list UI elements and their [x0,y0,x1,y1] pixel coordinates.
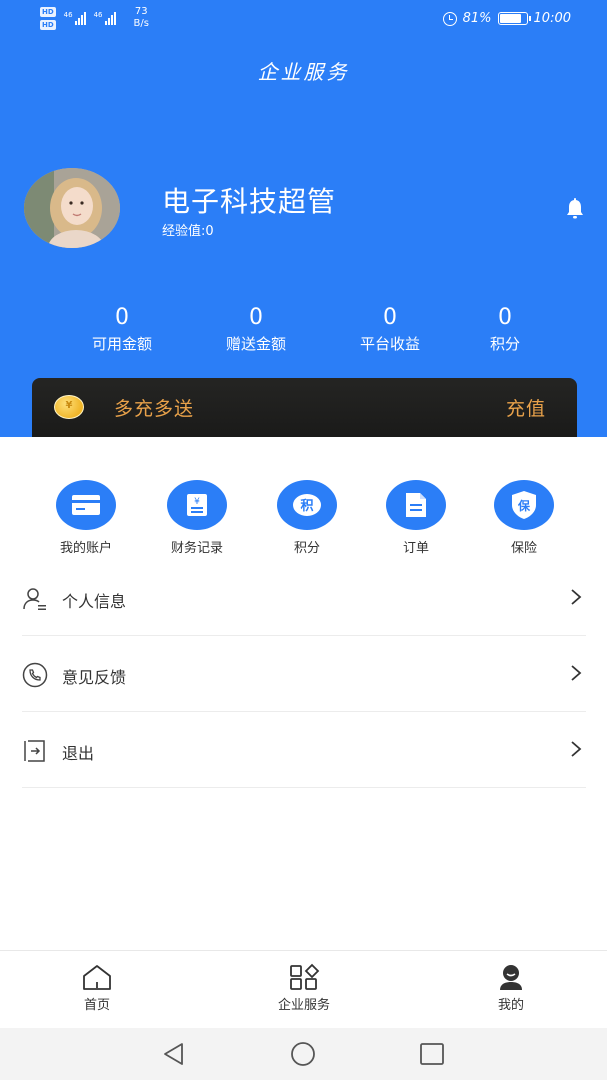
stat-platform-earnings[interactable]: 0 平台收益 [330,304,450,356]
stat-value: 0 [498,305,512,330]
menu-label: 意见反馈 [62,668,127,687]
tab-home[interactable]: 首页 [37,963,157,1013]
home-button-icon[interactable] [289,1040,317,1068]
shield-icon: 保 [494,480,554,530]
quick-insurance[interactable]: 保 保险 [469,480,579,556]
card-icon [56,480,116,530]
stat-points[interactable]: 0 积分 [445,304,565,356]
status-right: 81% 10:00 [442,11,571,26]
avatar[interactable] [24,168,120,248]
recharge-button[interactable]: 充值 [506,394,546,421]
signal-icon: 46 [94,11,116,25]
phone-icon [22,662,48,688]
stat-available[interactable]: 0 可用金额 [62,304,182,356]
clock: 10:00 [533,11,571,26]
svg-text:¥: ¥ [194,497,200,507]
quick-my-account[interactable]: 我的账户 [31,480,141,556]
insurance-glyph: 保 [517,498,531,513]
quick-label: 订单 [402,541,429,556]
network-speed: 73 B/s [134,6,149,30]
promo-text: 多充多送 [114,398,195,420]
network-speed-value: 73 [134,6,148,17]
bell-icon[interactable] [562,196,588,222]
quick-label: 积分 [293,541,320,556]
hd-badge: HD [40,19,56,30]
receipt-icon: ¥ [167,480,227,530]
stat-value: 0 [115,305,129,330]
stat-label: 赠送金额 [225,335,286,353]
hd-badge: HD [40,6,56,17]
stat-label: 积分 [489,335,520,353]
quick-orders[interactable]: 订单 [361,480,471,556]
recharge-banner[interactable]: ¥ 多充多送 充值 [32,378,577,437]
quick-label: 我的账户 [59,541,112,556]
user-icon [23,588,46,610]
points-icon: 积 [277,480,337,530]
quick-finance-records[interactable]: ¥ 财务记录 [142,480,252,556]
quick-points[interactable]: 积 积分 [252,480,362,556]
chevron-right-icon [571,665,582,681]
battery-icon [497,12,531,25]
hd-indicators: HD HD [40,6,56,30]
network-speed-unit: B/s [133,18,149,29]
home-icon [83,965,111,990]
page-title: 企业服务 [257,60,350,84]
stats-row: 0 可用金额 0 赠送金额 0 平台收益 0 积分 [0,304,607,364]
alarm-icon [442,11,457,26]
tab-label: 我的 [497,998,524,1013]
tab-label: 首页 [83,998,110,1013]
menu-item-logout[interactable]: 退出 [22,712,586,788]
menu-label: 退出 [62,744,95,763]
signal-icon: 46 [64,11,86,25]
tab-enterprise-services[interactable]: 企业服务 [244,963,364,1013]
profile-icon [500,965,522,990]
menu-item-personal-info[interactable]: 个人信息 [22,560,586,636]
chevron-right-icon [571,741,582,757]
tab-label: 企业服务 [277,998,330,1013]
document-icon [386,480,446,530]
stat-value: 0 [383,305,397,330]
quick-label: 保险 [510,541,537,556]
stat-bonus[interactable]: 0 赠送金额 [196,304,316,356]
signal-label: 46 [63,11,73,19]
user-name: 电子科技超管 [162,185,337,218]
points-glyph: 积 [300,498,313,514]
status-bar: HD HD 46 46 73 B/s 81% 10:00 [0,0,607,40]
chevron-right-icon [571,589,582,605]
stat-value: 0 [249,305,263,330]
experience-value: 经验值:0 [162,224,214,239]
quick-actions: 我的账户 ¥ 财务记录 积 积分 订单 保 保险 [0,480,607,560]
coin-icon: ¥ [54,395,84,419]
signal-label: 46 [93,11,103,19]
bottom-tab-bar: 首页 企业服务 我的 [0,950,607,1028]
status-left: HD HD 46 46 73 B/s [40,6,149,30]
grid-icon [290,963,320,990]
menu-item-feedback[interactable]: 意见反馈 [22,636,586,712]
quick-label: 财务记录 [170,541,223,556]
recents-icon[interactable] [418,1040,446,1068]
battery-percent: 81% [462,11,492,26]
settings-menu: 个人信息 意见反馈 退出 [22,560,586,788]
tab-mine[interactable]: 我的 [451,963,571,1013]
stat-label: 平台收益 [359,335,420,353]
stat-label: 可用金额 [91,335,152,353]
back-icon[interactable] [160,1040,188,1068]
system-nav-bar [0,1028,607,1080]
logout-icon [24,740,45,762]
menu-label: 个人信息 [62,592,127,611]
